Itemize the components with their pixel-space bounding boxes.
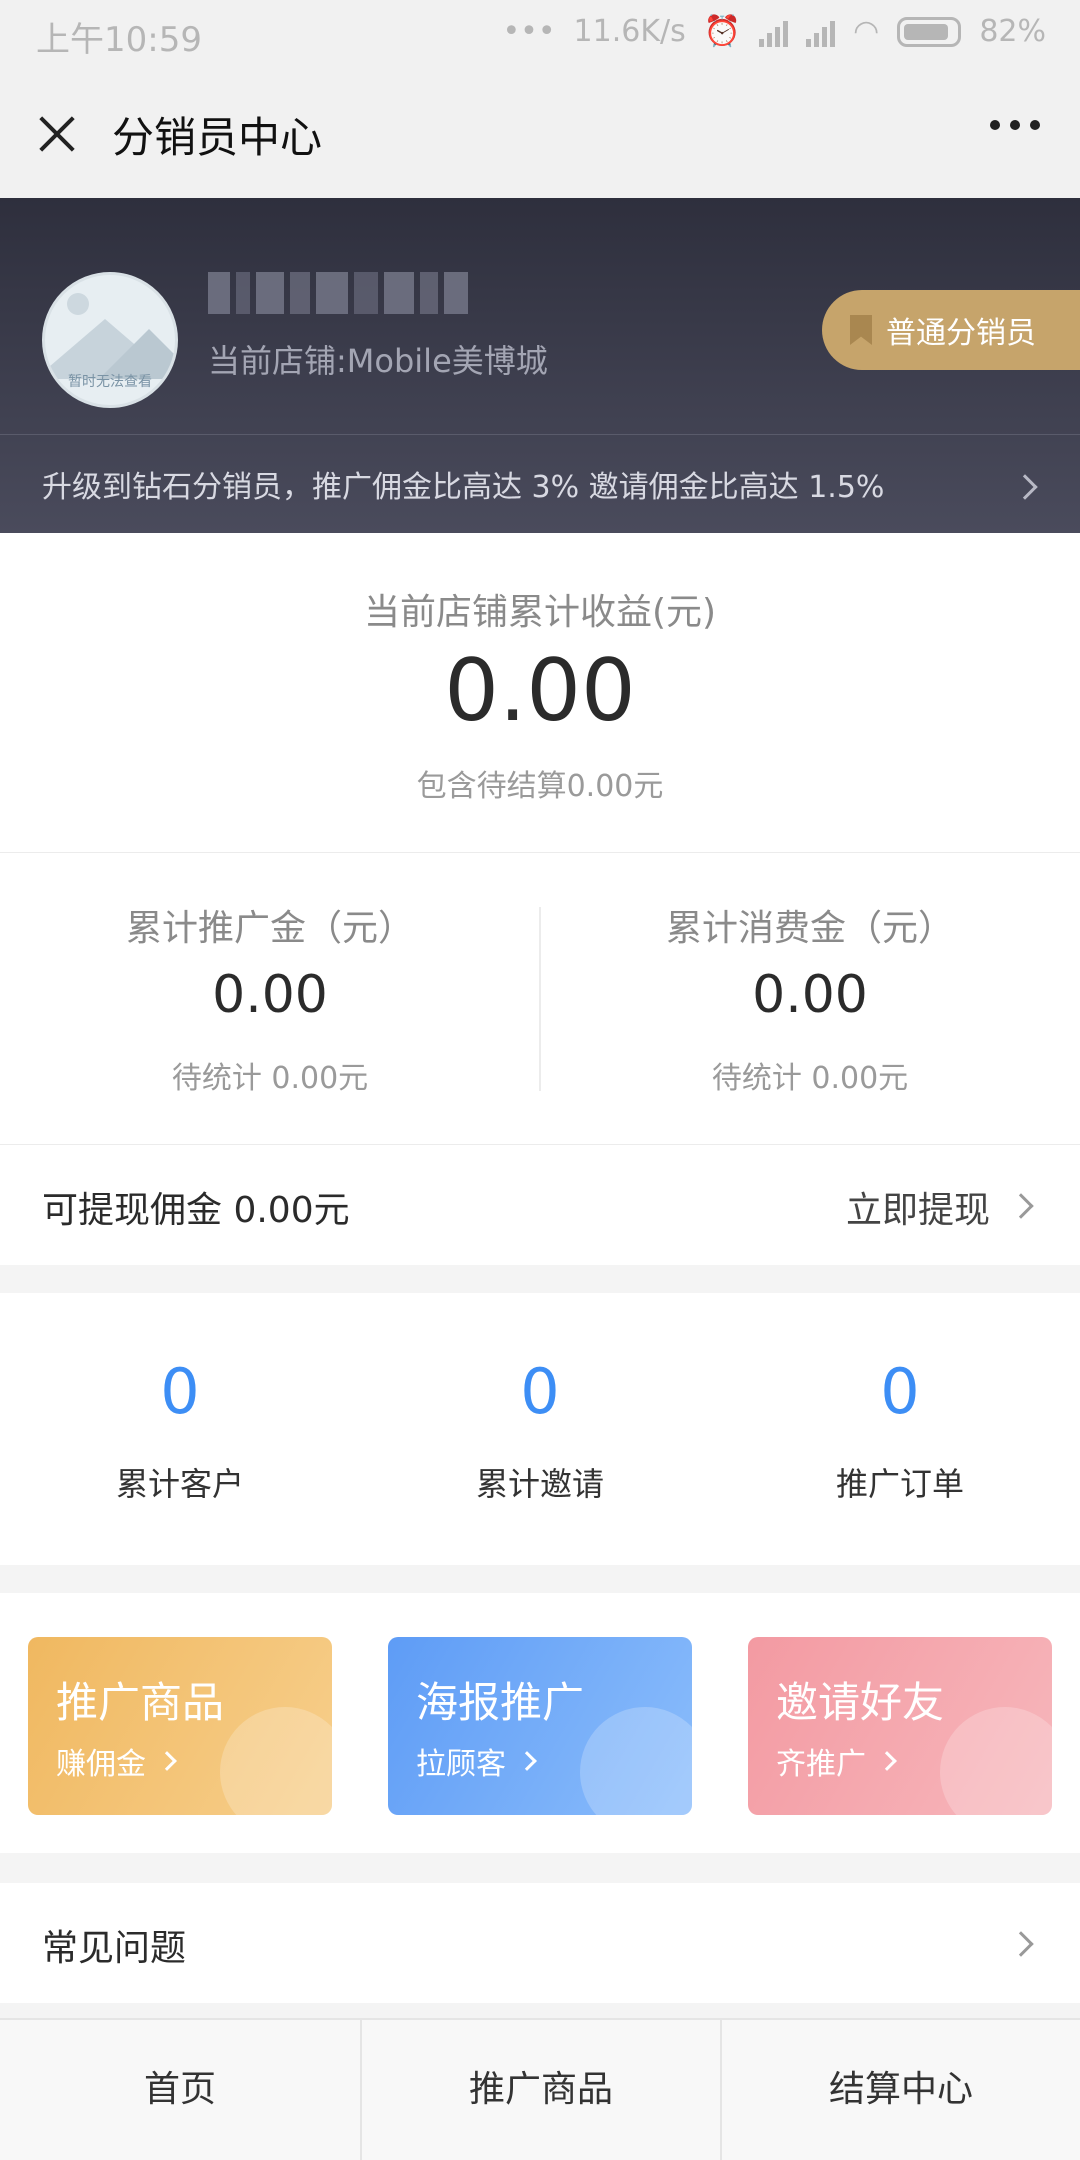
- status-icons: ••• 11.6K/s ⏰ ◠ 82%: [502, 12, 1046, 52]
- commission-stats: 累计推广金（元） 0.00 待统计 0.00元 累计消费金（元） 0.00 待统…: [0, 853, 1080, 1145]
- status-bar: 上午10:59 ••• 11.6K/s ⏰ ◠ 82%: [0, 0, 1080, 70]
- count-label: 推广订单: [835, 1465, 964, 1503]
- card-icon: [580, 1707, 692, 1815]
- stat-value: 0.00: [212, 965, 328, 1025]
- avatar[interactable]: 暂时无法查看: [42, 272, 178, 408]
- card-sub: 拉顾客: [416, 1739, 537, 1783]
- card-title: 推广商品: [56, 1678, 225, 1727]
- megaphone-icon: [220, 1707, 332, 1815]
- avatar-caption: 暂时无法查看: [68, 374, 152, 390]
- action-cards: 推广商品 赚佣金 海报推广 拉顾客 邀请好友 齐推广: [0, 1593, 1080, 1853]
- chevron-right-icon: [157, 1751, 177, 1771]
- user-icon: [940, 1707, 1052, 1815]
- bottom-tab-bar: 首页 推广商品 结算中心: [0, 2018, 1080, 2160]
- tab-promote-products[interactable]: 推广商品: [360, 2020, 720, 2160]
- network-speed: 11.6K/s: [573, 14, 686, 49]
- signal-icon-2: [806, 17, 836, 47]
- wifi-icon: ◠: [853, 14, 880, 49]
- bookmark-icon: [850, 315, 872, 345]
- card-title: 邀请好友: [776, 1678, 945, 1727]
- current-shop: 当前店铺:Mobile美博城: [208, 342, 548, 380]
- faq-label: 常见问题: [42, 1928, 187, 1969]
- earnings-summary: 当前店铺累计收益(元) 0.00 包含待结算0.00元: [0, 533, 1080, 853]
- earnings-pending: 包含待结算0.00元: [416, 769, 664, 804]
- page-title: 分销员中心: [112, 113, 323, 162]
- withdraw-row[interactable]: 可提现佣金 0.00元 立即提现: [0, 1145, 1080, 1265]
- chevron-right-icon: [877, 1751, 897, 1771]
- alarm-icon: ⏰: [703, 14, 742, 49]
- count-label: 累计客户: [115, 1465, 244, 1503]
- chevron-right-icon: [517, 1751, 537, 1771]
- chevron-right-icon: [1008, 1931, 1034, 1957]
- withdrawable-commission: 可提现佣金 0.00元: [42, 1190, 350, 1231]
- earnings-value: 0.00: [444, 641, 636, 741]
- chevron-right-icon: [1008, 1193, 1034, 1219]
- poster-promotion-card[interactable]: 海报推广 拉顾客: [388, 1637, 692, 1815]
- count-label: 累计邀请: [475, 1465, 604, 1503]
- withdraw-button[interactable]: 立即提现: [846, 1181, 990, 1233]
- title-bar: 分销员中心: [0, 70, 1080, 198]
- card-sub: 赚佣金: [56, 1739, 177, 1783]
- promote-products-card[interactable]: 推广商品 赚佣金: [28, 1637, 332, 1815]
- close-icon[interactable]: [30, 108, 84, 162]
- consumption-stat: 累计消费金（元） 0.00 待统计 0.00元: [540, 853, 1080, 1145]
- card-sub: 齐推广: [776, 1739, 897, 1783]
- battery-level: 82%: [979, 14, 1046, 49]
- card-title: 海报推广: [416, 1678, 585, 1727]
- level-badge[interactable]: 普通分销员: [822, 290, 1080, 370]
- stat-title: 累计消费金（元）: [665, 908, 954, 949]
- count-customers[interactable]: 0 累计客户: [0, 1293, 360, 1565]
- earnings-label: 当前店铺累计收益(元): [363, 592, 717, 633]
- counts-panel: 0 累计客户 0 累计邀请 0 推广订单: [0, 1293, 1080, 1565]
- user-name-blurred: [208, 272, 468, 314]
- tab-settlement-center[interactable]: 结算中心: [720, 2020, 1080, 2160]
- upgrade-tip[interactable]: 升级到钻石分销员，推广佣金比高达 3% 邀请佣金比高达 1.5%: [42, 462, 884, 506]
- tab-home[interactable]: 首页: [0, 2020, 360, 2160]
- signal-icon: [759, 17, 789, 47]
- more-dots-icon: •••: [502, 14, 556, 49]
- count-value: 0: [160, 1355, 200, 1428]
- stat-value: 0.00: [752, 965, 868, 1025]
- promotion-stat: 累计推广金（元） 0.00 待统计 0.00元: [0, 853, 540, 1145]
- profile-header: 暂时无法查看 当前店铺:Mobile美博城 普通分销员 升级到钻石分销员，推广佣…: [0, 198, 1080, 533]
- status-time: 上午10:59: [36, 20, 202, 60]
- count-value: 0: [880, 1355, 920, 1428]
- count-invites[interactable]: 0 累计邀请: [360, 1293, 720, 1565]
- stat-sub: 待统计 0.00元: [711, 1061, 909, 1096]
- stat-title: 累计推广金（元）: [125, 908, 414, 949]
- invite-friends-card[interactable]: 邀请好友 齐推广: [748, 1637, 1052, 1815]
- faq-row[interactable]: 常见问题: [0, 1883, 1080, 2003]
- more-options-icon[interactable]: [990, 120, 1040, 130]
- chevron-right-icon: [1012, 474, 1038, 500]
- battery-icon: [897, 17, 962, 47]
- count-orders[interactable]: 0 推广订单: [720, 1293, 1080, 1565]
- count-value: 0: [520, 1355, 560, 1428]
- stat-sub: 待统计 0.00元: [171, 1061, 369, 1096]
- level-badge-label: 普通分销员: [886, 316, 1036, 351]
